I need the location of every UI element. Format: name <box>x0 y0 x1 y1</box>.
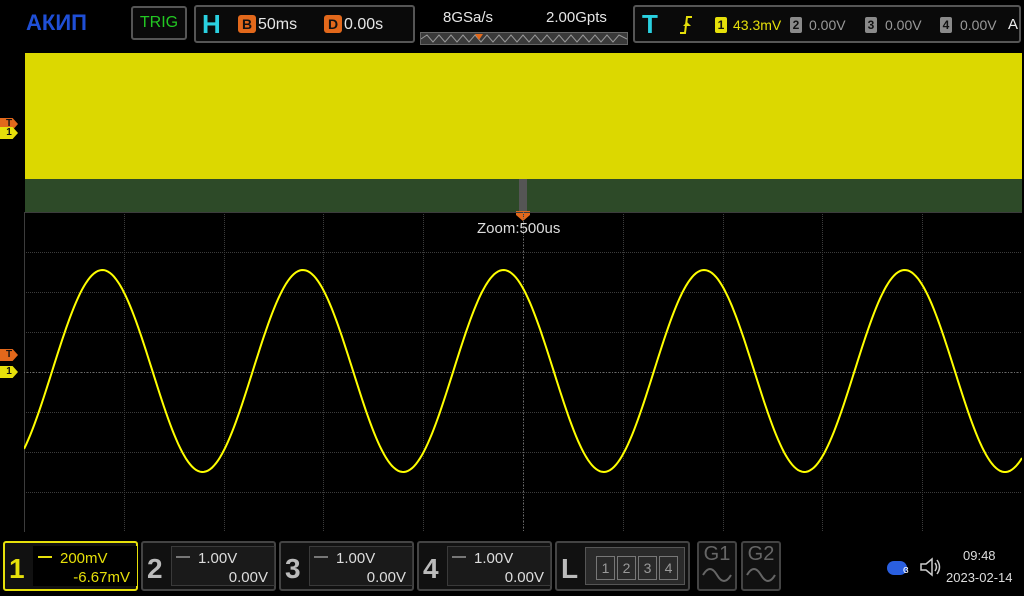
trigger-panel[interactable]: T 1 43.3mV 2 0.00V 3 0.00V 4 0.00V A <box>633 5 1021 43</box>
channel2-number: 2 <box>147 553 163 584</box>
timebase-badge: B <box>238 15 256 33</box>
horizontal-panel[interactable]: H B 50ms D 0.00s <box>194 5 415 43</box>
sample-rate: 8GSa/s <box>443 9 494 26</box>
delay-value[interactable]: 0.00s <box>344 16 383 34</box>
trigger-ch2-level[interactable]: 0.00V <box>809 17 846 33</box>
logic-slot-3: 3 <box>638 556 657 580</box>
zoom-timebase: Zoom:500us <box>477 220 561 237</box>
trigger-level-marker[interactable]: T <box>0 349 18 361</box>
channel1-panel[interactable]: 1 200mV -6.67mV <box>3 541 138 591</box>
channel3-offset: 0.00V <box>366 569 406 586</box>
channel1-scale: 200mV <box>60 550 108 567</box>
trigger-ch2-badge: 2 <box>790 17 802 33</box>
generator1-button[interactable]: G1 <box>697 541 737 591</box>
trigger-button[interactable]: TRIG <box>131 6 187 40</box>
clock-date: 2023-02-14 <box>946 570 1013 585</box>
logic-slot-1: 1 <box>596 556 615 580</box>
horizontal-label: H <box>202 9 221 39</box>
trigger-ch1-badge: 1 <box>715 17 727 33</box>
dc-coupling-icon <box>314 556 328 558</box>
channel4-number: 4 <box>423 553 439 584</box>
svg-text:ɞ: ɞ <box>903 564 909 576</box>
trigger-label: T <box>642 9 658 39</box>
channel1-offset-marker[interactable]: 1 <box>0 366 18 378</box>
channel4-panel[interactable]: 4 1.00V 0.00V <box>417 541 552 591</box>
trigger-ch3-badge: 3 <box>865 17 877 33</box>
generator1-label: G1 <box>703 543 731 565</box>
dc-coupling-icon <box>452 556 466 558</box>
waveform-grid[interactable] <box>24 212 1022 532</box>
channel2-offset: 0.00V <box>228 569 268 586</box>
zoom-window-handle[interactable] <box>519 179 527 212</box>
speaker-icon[interactable] <box>919 556 943 578</box>
sine-wave-icon <box>746 568 776 582</box>
timebase-value[interactable]: 50ms <box>258 16 297 34</box>
dc-coupling-icon <box>176 556 190 558</box>
trigger-ch4-level[interactable]: 0.00V <box>960 17 997 33</box>
delay-badge: D <box>324 15 342 33</box>
generator2-button[interactable]: G2 <box>741 541 781 591</box>
channel1-offset: -6.67mV <box>73 569 130 586</box>
clock-time: 09:48 <box>963 548 996 563</box>
rising-edge-icon <box>680 16 692 34</box>
channel2-scale: 1.00V <box>198 550 238 567</box>
logic-slot-4: 4 <box>659 556 678 580</box>
logic-slot-2: 2 <box>617 556 636 580</box>
trigger-ch4-badge: 4 <box>940 17 952 33</box>
zoom-overview-waveform <box>25 53 1022 179</box>
dc-coupling-icon <box>38 556 52 558</box>
channel1-number: 1 <box>9 553 25 584</box>
memory-position-bar[interactable] <box>420 32 628 45</box>
brand-logo: АКИП <box>26 10 87 35</box>
generator2-label: G2 <box>747 543 775 565</box>
channel2-panel[interactable]: 2 1.00V 0.00V <box>141 541 276 591</box>
memory-depth: 2.00Gpts <box>546 9 607 26</box>
channel4-offset: 0.00V <box>504 569 544 586</box>
channel3-panel[interactable]: 3 1.00V 0.00V <box>279 541 414 591</box>
trigger-ch3-level[interactable]: 0.00V <box>885 17 922 33</box>
channel4-scale: 1.00V <box>474 550 514 567</box>
trigger-mode[interactable]: A <box>1008 16 1018 33</box>
channel3-scale: 1.00V <box>336 550 376 567</box>
logic-label: L <box>561 553 579 584</box>
sine-wave-icon <box>702 568 732 582</box>
trigger-ch1-level[interactable]: 43.3mV <box>733 17 781 33</box>
usb-icon[interactable]: ɞ <box>886 559 914 577</box>
channel3-number: 3 <box>285 553 301 584</box>
memory-waveform-icon <box>421 34 627 43</box>
logic-panel[interactable]: L 1 2 3 4 <box>555 541 690 591</box>
overview-channel1-marker[interactable]: 1 <box>0 127 18 139</box>
